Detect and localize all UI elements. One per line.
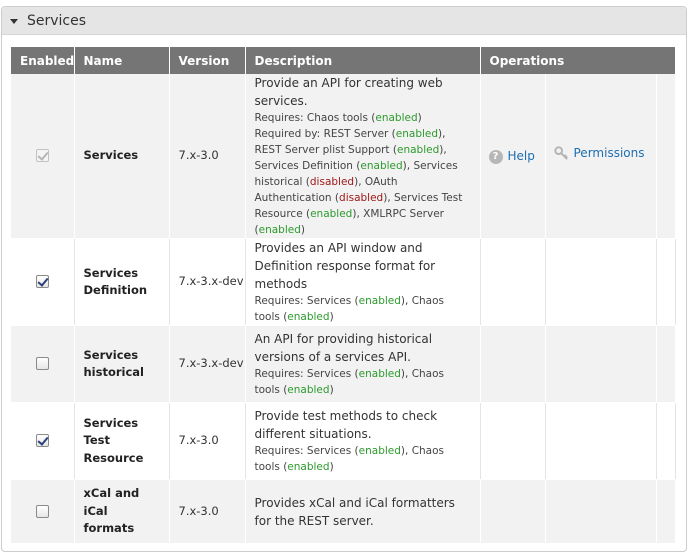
help-label: Help bbox=[507, 148, 535, 163]
header-description: Description bbox=[245, 47, 481, 74]
description-cell: An API for providing historical versions… bbox=[245, 325, 481, 403]
operation-permissions-cell bbox=[545, 238, 657, 326]
enabled-checkbox[interactable] bbox=[35, 275, 49, 289]
operation-permissions-cell bbox=[545, 479, 657, 544]
dependency-status: enabled bbox=[287, 311, 330, 323]
dependency-name: REST Server plist Support bbox=[254, 144, 390, 156]
module-description: An API for providing historical versions… bbox=[254, 332, 433, 364]
help-link[interactable]: ? Help bbox=[488, 148, 535, 166]
operation-extra-cell bbox=[656, 238, 676, 326]
table-row: xCal and iCal formats 7.x-3.0 Provides xCa… bbox=[11, 479, 676, 544]
header-enabled: Enabled bbox=[11, 47, 75, 74]
enabled-checkbox[interactable] bbox=[35, 504, 49, 518]
enabled-cell bbox=[11, 479, 75, 544]
module-description: Provide an API for creating web services… bbox=[254, 76, 443, 108]
module-requires: Requires: Services (enabled), Chaos tool… bbox=[254, 295, 445, 323]
module-requires: Requires: Services (enabled), Chaos tool… bbox=[254, 445, 445, 473]
dependency-name: XMLRPC Server bbox=[363, 208, 444, 220]
table-row: Services Test Resource 7.x-3.0 Provide tes… bbox=[11, 402, 676, 480]
operation-permissions-cell bbox=[545, 402, 657, 480]
dependency-status: enabled bbox=[358, 368, 401, 380]
dependency-name: Services bbox=[306, 445, 352, 457]
module-requires: Requires: Services (enabled), Chaos tool… bbox=[254, 368, 445, 396]
enabled-checkbox[interactable] bbox=[35, 434, 49, 448]
dependency-status: enabled bbox=[358, 295, 401, 307]
operation-help-cell bbox=[480, 402, 546, 480]
modules-table: Enabled Name Version Description Operati… bbox=[11, 47, 676, 544]
operation-extra-cell bbox=[656, 74, 676, 239]
module-description: Provide test methods to check different … bbox=[254, 409, 438, 441]
operation-permissions-cell: Permissions bbox=[545, 74, 657, 239]
dependency-name: Chaos tools bbox=[306, 112, 368, 124]
operation-help-cell bbox=[480, 238, 546, 326]
description-cell: Provide test methods to check different … bbox=[245, 402, 481, 480]
enabled-cell bbox=[11, 238, 75, 326]
module-name: xCal and iCal formats bbox=[74, 479, 170, 544]
enabled-checkbox[interactable] bbox=[35, 357, 49, 371]
module-name: Services Test Resource bbox=[74, 402, 170, 480]
requires-label: Requires: bbox=[254, 368, 307, 380]
help-icon: ? bbox=[488, 149, 503, 164]
module-description: Provides an API window and Definition re… bbox=[254, 241, 436, 291]
module-version: 7.x-3.0 bbox=[169, 402, 246, 480]
enabled-cell bbox=[11, 325, 75, 403]
module-description: Provides xCal and iCal formatters for th… bbox=[254, 495, 455, 528]
permissions-link[interactable]: Permissions bbox=[553, 145, 645, 163]
operation-help-cell bbox=[480, 325, 546, 403]
description-cell: Provides an API window and Definition re… bbox=[245, 238, 481, 326]
table-row: Services historical 7.x-3.x-dev An API for… bbox=[11, 325, 676, 403]
description-cell: Provides xCal and iCal formatters for th… bbox=[245, 479, 481, 544]
dependency-name: REST Server bbox=[323, 128, 389, 140]
module-version: 7.x-3.0 bbox=[169, 479, 246, 544]
modules-table-body: Services 7.x-3.0 Provide an API for creati… bbox=[11, 74, 676, 544]
module-version: 7.x-3.x-dev bbox=[169, 238, 246, 326]
enabled-checkbox bbox=[35, 149, 49, 163]
fieldset-legend[interactable]: Services bbox=[2, 7, 686, 35]
fieldset-title: Services bbox=[27, 12, 87, 29]
header-version: Version bbox=[169, 47, 246, 74]
operation-help-cell bbox=[480, 479, 546, 544]
operation-extra-cell bbox=[656, 325, 676, 403]
dependency-status: enabled bbox=[310, 208, 353, 220]
requires-label: Requires: bbox=[254, 295, 307, 307]
header-operations: Operations bbox=[480, 47, 675, 74]
dependency-status: disabled bbox=[309, 176, 355, 188]
description-cell: Provide an API for creating web services… bbox=[245, 74, 481, 239]
permissions-label: Permissions bbox=[573, 146, 645, 161]
enabled-cell bbox=[11, 74, 75, 239]
dependency-name: Services Definition bbox=[254, 160, 353, 172]
table-row: Services 7.x-3.0 Provide an API for creati… bbox=[11, 74, 676, 239]
dependency-name: Services bbox=[306, 368, 352, 380]
dependency-status: enabled bbox=[360, 160, 403, 172]
operation-help-cell: ? Help bbox=[480, 74, 546, 239]
required-by-label: Required by: bbox=[254, 128, 324, 140]
module-name: Services Definition bbox=[74, 238, 170, 326]
table-row: Services Definition 7.x-3.x-dev Provides a… bbox=[11, 238, 676, 326]
dependency-name: Services bbox=[306, 295, 352, 307]
table-header-row: Enabled Name Version Description Operati… bbox=[11, 47, 675, 74]
operation-permissions-cell bbox=[545, 325, 657, 403]
operation-extra-cell bbox=[656, 479, 676, 544]
header-name: Name bbox=[74, 47, 170, 74]
dependency-status: enabled bbox=[395, 128, 439, 140]
key-icon bbox=[553, 146, 568, 161]
dependency-status: enabled bbox=[375, 112, 418, 124]
dependency-status: enabled bbox=[358, 445, 401, 457]
module-version: 7.x-3.x-dev bbox=[169, 325, 246, 403]
requires-label: Requires: bbox=[254, 445, 307, 457]
module-name: Services historical bbox=[74, 325, 170, 403]
module-requires: Requires: Chaos tools (enabled) bbox=[254, 112, 422, 124]
dependency-status: enabled bbox=[287, 461, 330, 473]
enabled-cell bbox=[11, 402, 75, 480]
requires-label: Requires: bbox=[254, 112, 307, 124]
dependency-status: enabled bbox=[258, 224, 301, 236]
dependency-status: enabled bbox=[397, 144, 440, 156]
module-required-by: Required by: REST Server (enabled), REST… bbox=[254, 128, 463, 236]
dependency-status: enabled bbox=[287, 384, 330, 396]
dependency-status: disabled bbox=[339, 192, 384, 204]
triangle-down-icon bbox=[10, 19, 18, 24]
module-name: Services bbox=[74, 74, 170, 239]
module-version: 7.x-3.0 bbox=[169, 74, 246, 239]
operation-extra-cell bbox=[656, 402, 676, 480]
